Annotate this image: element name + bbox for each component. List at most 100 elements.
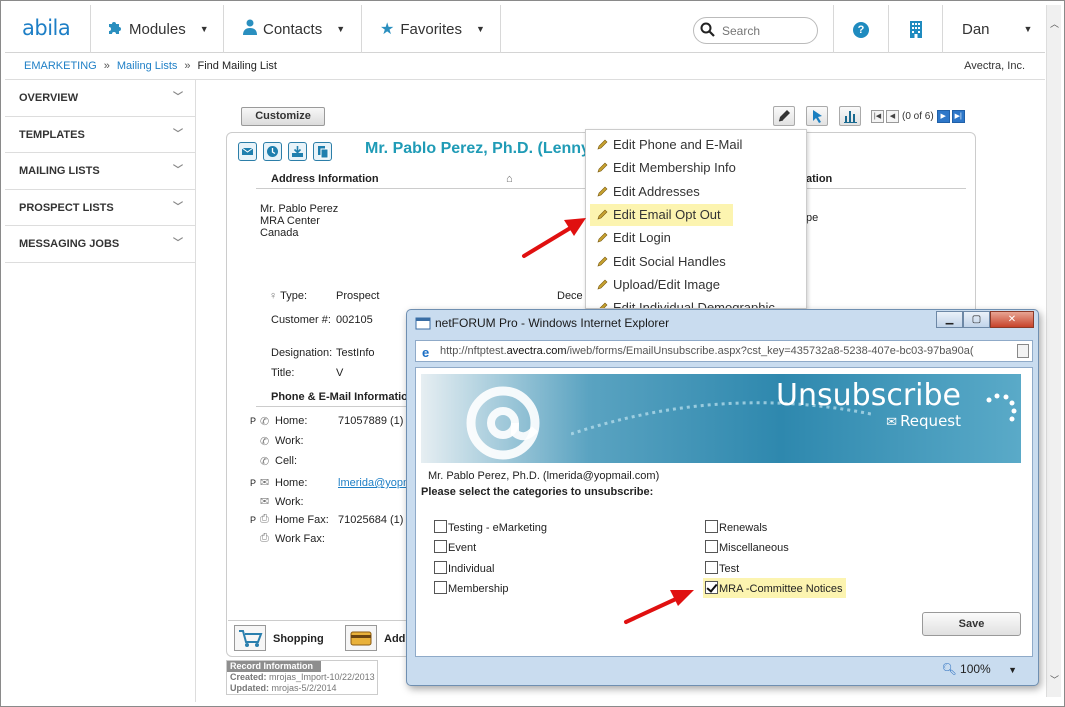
updated-label: Updated: <box>230 683 269 693</box>
search-box[interactable] <box>693 17 818 44</box>
checkbox[interactable] <box>434 520 447 533</box>
checkbox[interactable] <box>705 561 718 574</box>
category-miscellaneous[interactable]: Miscellaneous <box>705 540 789 554</box>
puzzle-icon <box>107 19 123 40</box>
browser-icon <box>415 315 431 331</box>
type-value: Prospect <box>336 290 380 302</box>
menu-item-edit-phone-email[interactable]: Edit Phone and E-Mail <box>590 134 742 156</box>
sidebar-item-mailing-lists[interactable]: MAILING LISTS ﹀ <box>5 153 195 190</box>
phone-icon: ✆ <box>260 456 270 468</box>
building-icon[interactable] <box>909 20 923 38</box>
modules-menu[interactable]: Modules ▼ <box>107 5 209 53</box>
organization-name: Avectra, Inc. <box>964 60 1025 72</box>
menu-item-label: Edit Addresses <box>613 184 700 199</box>
address-bar[interactable]: e http://nftptest.avectra.com/iweb/forms… <box>415 340 1033 362</box>
vertical-scrollbar[interactable]: ︿ ﹀ <box>1046 5 1061 697</box>
last-page-icon[interactable]: ▶| <box>951 109 965 123</box>
chart-button[interactable] <box>839 106 861 126</box>
help-icon[interactable]: ? <box>853 22 869 38</box>
category-mra-committee-notices[interactable]: MRA -Committee Notices <box>703 578 847 598</box>
person-icon: ♀ <box>269 290 278 302</box>
sidebar-item-label: PROSPECT LISTS <box>19 201 114 214</box>
section-divider <box>228 620 408 621</box>
nav-divider <box>942 5 943 53</box>
menu-item-label: Edit Social Handles <box>613 254 726 269</box>
category-individual[interactable]: Individual <box>434 561 494 575</box>
edit-pencil-button[interactable] <box>773 106 795 126</box>
address-line: MRA Center <box>260 215 320 227</box>
category-label: Membership <box>448 583 509 595</box>
menu-item-edit-social-handles[interactable]: Edit Social Handles <box>590 251 726 273</box>
checkbox[interactable] <box>434 581 447 594</box>
sidebar-item-prospect-lists[interactable]: PROSPECT LISTS ﹀ <box>5 190 195 226</box>
maximize-button[interactable]: ▢ <box>963 311 990 328</box>
chevron-down-icon: ▼ <box>336 24 346 34</box>
work-fax-label: Work Fax: <box>275 533 325 545</box>
first-page-icon[interactable]: |◀ <box>871 109 884 123</box>
menu-item-edit-email-opt-out[interactable]: Edit Email Opt Out <box>590 204 733 226</box>
zoom-control[interactable]: 🔍︎ 100% ▼ <box>941 662 1017 676</box>
scroll-down-icon[interactable]: ﹀ <box>1049 673 1060 685</box>
scroll-up-icon[interactable]: ︿ <box>1049 17 1060 29</box>
home-email-link[interactable]: lmerida@yopm <box>338 477 412 489</box>
sidebar-item-label: OVERVIEW <box>19 92 79 104</box>
download-inbox-icon[interactable] <box>288 142 307 161</box>
checkbox[interactable] <box>705 520 718 533</box>
checkbox[interactable] <box>705 540 718 553</box>
title-value: V <box>336 367 344 379</box>
page-icon[interactable] <box>1017 344 1029 358</box>
menu-item-edit-membership[interactable]: Edit Membership Info <box>590 157 736 179</box>
zoom-icon: 🔍︎ <box>941 662 957 676</box>
menu-item-label: Edit Membership Info <box>613 160 736 175</box>
sidebar-item-overview[interactable]: OVERVIEW ﹀ <box>5 80 195 117</box>
category-testing-emarketing[interactable]: Testing - eMarketing <box>434 520 547 534</box>
customize-button[interactable]: Customize <box>241 107 325 126</box>
abila-logo[interactable]: abila <box>22 16 71 40</box>
home-phone-label: Home: <box>275 415 308 427</box>
category-test[interactable]: Test <box>705 561 739 575</box>
copy-icon[interactable] <box>313 142 332 161</box>
menu-item-edit-addresses[interactable]: Edit Addresses <box>590 181 700 203</box>
nav-divider <box>361 5 362 53</box>
save-button[interactable]: Save <box>922 612 1021 636</box>
email-icon[interactable] <box>238 142 257 161</box>
chevron-down-icon: ﹀ <box>173 128 183 140</box>
banner-subtitle: ✉ Request <box>886 412 961 430</box>
search-input[interactable] <box>720 23 810 39</box>
next-page-icon[interactable]: ▶ <box>936 109 950 123</box>
contacts-menu[interactable]: Contacts ▼ <box>243 5 345 53</box>
checkbox[interactable] <box>434 540 447 553</box>
top-navigation: abila Modules ▼ Contacts ▼ ★ Favorites ▼… <box>5 5 1045 53</box>
minimize-button[interactable]: ▁ <box>936 311 963 328</box>
menu-item-upload-image[interactable]: Upload/Edit Image <box>590 274 720 296</box>
sidebar: OVERVIEW ﹀ TEMPLATES ﹀ MAILING LISTS ﹀ PROS… <box>5 80 195 263</box>
checkbox-checked[interactable] <box>705 581 718 594</box>
chevron-down-icon: ▼ <box>1023 24 1033 34</box>
history-clock-icon[interactable] <box>263 142 282 161</box>
user-menu[interactable]: Dan ▼ <box>962 5 1032 53</box>
recipient-text: Mr. Pablo Perez, Ph.D. (lmerida@yopmail.… <box>428 470 660 482</box>
address-line: Canada <box>260 227 299 239</box>
sidebar-item-templates[interactable]: TEMPLATES ﹀ <box>5 117 195 153</box>
pencil-icon <box>597 252 608 267</box>
prev-page-icon[interactable]: ◀ <box>886 109 899 123</box>
type-label-text: Type: <box>280 290 308 302</box>
payment-card-icon[interactable] <box>345 625 377 651</box>
shopping-cart-icon[interactable] <box>234 625 266 651</box>
category-event[interactable]: Event <box>434 540 476 554</box>
checkbox[interactable] <box>434 561 447 574</box>
category-renewals[interactable]: Renewals <box>705 520 767 534</box>
favorites-menu[interactable]: ★ Favorites ▼ <box>380 5 485 53</box>
menu-item-edit-login[interactable]: Edit Login <box>590 227 671 249</box>
sidebar-item-messaging-jobs[interactable]: MESSAGING JOBS ﹀ <box>5 226 195 263</box>
category-label: Renewals <box>719 522 768 534</box>
breadcrumb-mailing-lists[interactable]: Mailing Lists <box>117 60 178 72</box>
updated-value: mrojas-5/2/2014 <box>271 683 337 693</box>
add-link-fragment[interactable]: Add <box>384 633 405 645</box>
close-button[interactable]: ✕ <box>990 311 1034 328</box>
category-membership[interactable]: Membership <box>434 581 509 595</box>
shopping-link[interactable]: Shopping <box>273 633 324 645</box>
cursor-button[interactable] <box>806 106 828 126</box>
breadcrumb-emarketing[interactable]: EMARKETING <box>24 60 97 72</box>
menu-item-edit-demographic[interactable]: Edit Individual Demographic <box>590 297 775 308</box>
